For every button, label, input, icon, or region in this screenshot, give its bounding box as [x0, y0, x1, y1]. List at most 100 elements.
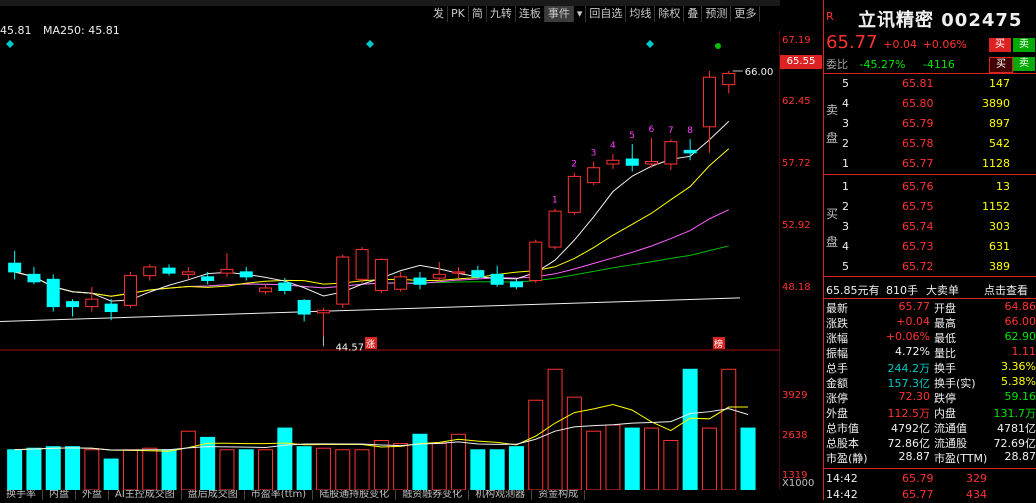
event-marker-icon — [646, 40, 654, 48]
toolbar-dropdown-icon[interactable]: ▾ — [574, 6, 587, 22]
ask-volume: 542 — [989, 137, 1010, 150]
bottom-tab[interactable]: 换手率 — [0, 490, 43, 500]
big-order-link[interactable]: 点击查看 — [984, 282, 1028, 298]
bottom-tab[interactable]: 内盘 — [43, 490, 76, 500]
toolbar-btn-3[interactable]: 九转 — [487, 6, 516, 22]
candle-body — [336, 256, 350, 305]
volume-bar — [7, 449, 23, 490]
ask-price: 65.80 — [902, 97, 934, 110]
ask-level: 3 — [842, 117, 849, 130]
toolbar-btn-10[interactable]: 叠 — [684, 6, 703, 22]
candle-body — [316, 309, 330, 314]
candle-body — [587, 167, 601, 184]
candle-body — [567, 175, 581, 213]
volume-bar — [315, 447, 331, 490]
bottom-tab[interactable]: 陆股通持股变化 — [313, 490, 397, 500]
bottom-tab[interactable]: AI主控成交图 — [109, 490, 182, 500]
info-value: 131.7万 — [993, 407, 1036, 420]
info-key: 内盘 — [934, 407, 956, 420]
bid-volume: 1152 — [982, 200, 1010, 213]
bottom-tab[interactable]: 外盘 — [76, 490, 109, 500]
bottom-tab[interactable]: 机构观测器 — [469, 490, 533, 500]
toolbar-btn-2[interactable]: 简 — [469, 6, 487, 22]
info-key: 涨跌 — [826, 317, 848, 330]
toolbar-btn-8[interactable]: 均线 — [626, 6, 656, 22]
bid-level: 5 — [842, 260, 849, 273]
toolbar-btn-4[interactable]: 连板 — [516, 6, 545, 22]
toolbar-btn-1[interactable]: PK — [448, 6, 469, 22]
bottom-tab[interactable]: 市盈率(ttm) — [245, 490, 314, 500]
info-value: +0.04 — [896, 315, 930, 328]
sell-button[interactable]: 卖 — [1013, 38, 1035, 52]
info-value: 5.38% — [1001, 375, 1036, 388]
candle-body — [509, 281, 523, 288]
zhang-badge: 涨 — [366, 339, 375, 350]
toolbar-btn-0[interactable]: 发 — [430, 6, 448, 22]
big-order-row[interactable]: 65.85元有 810手 大卖单 点击查看 — [826, 282, 1036, 297]
bottom-tab[interactable]: 盘后成交图 — [182, 490, 245, 500]
bid-price: 65.73 — [902, 240, 934, 253]
ma5-line — [14, 120, 730, 302]
candle-body — [683, 149, 697, 154]
volume-bar — [26, 447, 42, 490]
bottom-tab[interactable]: 资金构成 — [532, 490, 586, 500]
bid-row: 4 65.73 631 — [826, 240, 1036, 260]
bottom-tab[interactable]: 融资融券变化 — [396, 490, 470, 500]
tick-time: 14:42 — [826, 488, 858, 501]
rally-count-label: 7 — [668, 126, 674, 136]
info-value: 66.00 — [1004, 315, 1036, 328]
ratio-value: -45.27% — [859, 58, 906, 71]
candle-body — [104, 303, 118, 313]
volume-bar — [489, 449, 505, 490]
info-key: 总股本 — [826, 437, 859, 450]
event-dot-icon — [715, 43, 721, 49]
ask-volume: 3890 — [982, 97, 1010, 110]
candle-body — [394, 276, 408, 290]
high-label: 66.00 — [745, 67, 774, 78]
bid-level: 1 — [842, 180, 849, 193]
volume-bar — [180, 430, 196, 490]
ask-volume: 1128 — [982, 157, 1010, 170]
buy-button[interactable]: 买 — [989, 38, 1011, 52]
chart-toolbar: 发 PK 简九转 连板 事件 ▾ 回自选 均线 除权叠预测 更多 — [430, 6, 780, 23]
volume-bar — [161, 449, 177, 490]
ask-row: 4 65.80 3890 — [826, 97, 1036, 117]
ask-volume: 147 — [989, 77, 1010, 90]
toolbar-btn-9[interactable]: 除权 — [655, 6, 685, 22]
volume-bar — [335, 449, 351, 490]
volume-bar — [644, 427, 660, 490]
info-key: 涨停 — [826, 392, 848, 405]
tick-row: 14:42 65.77 434 — [826, 488, 1036, 503]
candle-body — [162, 267, 176, 274]
info-value: 4781亿 — [997, 422, 1036, 435]
bid-volume: 389 — [989, 260, 1010, 273]
info-value: 28.87 — [1004, 450, 1036, 463]
info-value: +0.06% — [885, 330, 930, 343]
ask-level: 5 — [842, 77, 849, 90]
buy-button-2[interactable]: 买 — [989, 57, 1013, 73]
candle-body — [259, 287, 273, 293]
volume-bar — [586, 430, 602, 490]
volume-bar — [373, 439, 389, 490]
kline-chart[interactable]: 66.00 44.57 涨 榜 1 2 3 4 5 6 7 8 — [0, 30, 780, 490]
info-value: 59.16 — [1004, 390, 1036, 403]
sell-button-2[interactable]: 卖 — [1013, 57, 1035, 71]
ma20-line — [14, 209, 729, 297]
big-order-amount: 65.85元有 — [826, 284, 880, 297]
candle-body — [297, 299, 311, 315]
quote-info-row: 涨幅 +0.06% 最低 62.90 — [826, 330, 1036, 345]
toolbar-btn-7[interactable]: 回自选 — [586, 6, 627, 22]
toolbar-btn-12[interactable]: 更多 — [731, 6, 761, 22]
tick-row: 14:42 65.79 329 — [826, 472, 1036, 487]
bid-price: 65.76 — [902, 180, 934, 193]
info-key: 开盘 — [934, 302, 956, 315]
ask-level: 1 — [842, 157, 849, 170]
toolbar-btn-11[interactable]: 预测 — [702, 6, 732, 22]
volume-bar — [258, 449, 274, 490]
ratio-diff: -4116 — [922, 58, 955, 71]
candle-body — [702, 76, 716, 128]
volume-bar — [412, 433, 428, 490]
ask-price: 65.78 — [902, 137, 934, 150]
toolbar-btn-5[interactable]: 事件 — [544, 6, 574, 22]
bid-price: 65.75 — [902, 200, 934, 213]
